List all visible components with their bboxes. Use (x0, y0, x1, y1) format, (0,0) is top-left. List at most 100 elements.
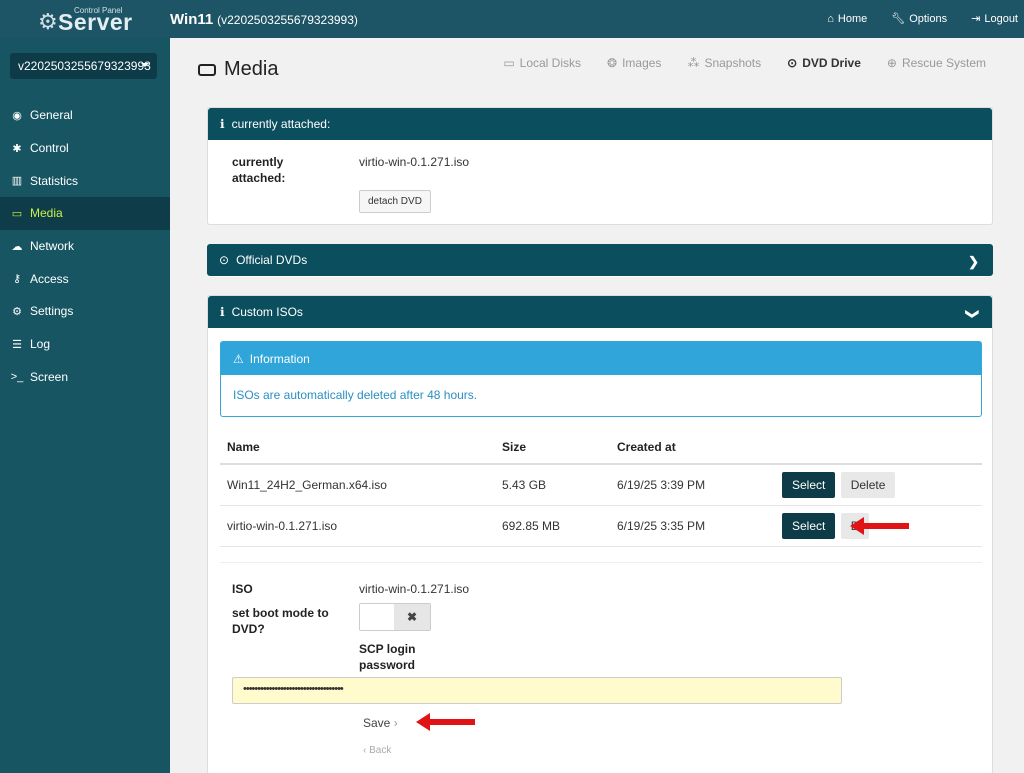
chevron-down-icon[interactable]: ❯ (965, 309, 981, 320)
caret-down-icon (141, 63, 149, 67)
server-selector[interactable]: v2202503255679323993 (10, 53, 157, 79)
save-label: Save (363, 716, 391, 730)
tab-label: Images (622, 56, 662, 70)
select-button[interactable]: Select (782, 471, 836, 498)
tab-images[interactable]: ❂ Images (607, 56, 661, 70)
tab-label: DVD Drive (802, 56, 861, 70)
chevron-right-icon[interactable]: ❯ (968, 254, 979, 270)
nav-options-label: Options (909, 12, 948, 25)
sidebar-menu: ◉ General ✱ Control ▥ Statistics ▭ Media ☁ Ne… (0, 99, 170, 393)
sidebar-item-label: Log (30, 337, 51, 352)
iso-table: Name Size Created at Win11_24H2_German.x… (220, 431, 982, 547)
sidebar-item-media[interactable]: ▭ Media (0, 197, 170, 230)
information-alert-header: ⚠ Information (221, 342, 981, 375)
official-dvds-panel[interactable]: ⊙ Official DVDs ❯ (207, 244, 993, 277)
main-content: Media ▭ Local Disks ❂ Images ⁂ Snapshots ⊙ D… (170, 38, 1024, 773)
sidebar-item-label: Statistics (30, 173, 79, 188)
information-alert: ⚠ Information ISOs are automatically del… (220, 341, 982, 417)
chevron-left-icon: ‹ (363, 745, 367, 756)
sidebar-item-settings[interactable]: ⚙ Settings (0, 295, 170, 328)
top-bar: ⚙ Control Panel Server Win11 (v220250325… (0, 0, 1024, 38)
nav-logout[interactable]: ⇥ Logout (971, 12, 1018, 26)
logo-text: Server (58, 9, 133, 35)
attached-panel: ℹ currently attached: currently attached… (207, 107, 993, 225)
sidebar-item-label: Screen (30, 369, 69, 384)
sidebar-item-log[interactable]: ☰ Log (0, 328, 170, 361)
select-button[interactable]: Select (782, 512, 836, 539)
iso-created: 6/19/25 3:35 PM (610, 505, 775, 547)
sidebar-item-label: Control (30, 141, 69, 156)
sidebar-item-label: Access (30, 271, 69, 286)
nav-logout-label: Logout (984, 12, 1018, 25)
logo[interactable]: ⚙ Control Panel Server (38, 5, 158, 35)
row-actions: Select Delete (775, 464, 982, 506)
scp-password-field[interactable]: ••••••••••••••••••••••••••••••••••• (232, 677, 842, 704)
key-icon: ⚷ (12, 273, 22, 286)
eye-icon: ◉ (12, 109, 22, 122)
sidebar-item-label: Network (30, 239, 75, 254)
home-icon: ⌂ (827, 12, 834, 25)
sidebar-item-network[interactable]: ☁ Network (0, 230, 170, 263)
sidebar-item-label: General (30, 108, 73, 123)
info-icon: ℹ (220, 305, 225, 319)
iso-created: 6/19/25 3:39 PM (610, 464, 775, 506)
nav-home[interactable]: ⌂ Home (827, 12, 867, 25)
server-name: Win11 (170, 11, 214, 28)
column-header-name: Name (220, 431, 495, 465)
official-dvds-header[interactable]: ⊙ Official DVDs ❯ (207, 244, 993, 276)
disk-icon: ▭ (503, 56, 515, 70)
column-header-created: Created at (610, 431, 775, 465)
tab-label: Rescue System (901, 56, 986, 70)
information-title: Information (249, 351, 310, 366)
images-icon: ❂ (607, 56, 618, 70)
sidebar-item-general[interactable]: ◉ General (0, 99, 170, 132)
delete-button[interactable]: Delete (840, 471, 896, 498)
disk-icon (198, 63, 216, 76)
attached-value: virtio-win-0.1.271.iso (359, 155, 470, 169)
page-title: Media (198, 58, 278, 81)
boot-mode-toggle[interactable]: ✖ (359, 603, 431, 631)
back-label: Back (369, 745, 392, 756)
iso-name: virtio-win-0.1.271.iso (220, 505, 495, 547)
page-title-text: Media (224, 58, 279, 80)
sidebar-item-control[interactable]: ✱ Control (0, 132, 170, 165)
info-circle-icon: ℹ (220, 117, 225, 131)
tab-local-disks[interactable]: ▭ Local Disks (503, 56, 581, 70)
custom-isos-title: Custom ISOs (231, 305, 303, 319)
server-id: (v2202503255679323993) (217, 13, 358, 27)
gear-icon: ✱ (12, 142, 22, 155)
tab-snapshots[interactable]: ⁂ Snapshots (687, 56, 761, 70)
sidebar-item-screen[interactable]: >_ Screen (0, 361, 170, 394)
red-arrow-annotation (850, 517, 909, 535)
scp-password-label: SCP login password (359, 642, 416, 672)
list-icon: ☰ (12, 338, 22, 351)
wrench-icon: 🔧︎ (891, 13, 906, 25)
detach-dvd-button[interactable]: detach DVD (359, 190, 431, 213)
attached-panel-title: currently attached: (231, 117, 331, 131)
custom-isos-panel: ℹ Custom ISOs ❯ ⚠ Information ISOs are a… (207, 295, 993, 773)
warning-icon: ⚠ (233, 351, 244, 366)
sidebar-item-statistics[interactable]: ▥ Statistics (0, 164, 170, 197)
column-header-actions (775, 431, 982, 465)
top-nav: ⌂ Home 🔧︎ Options ⇥ Logout (827, 12, 1018, 26)
cloud-icon: ☁ (11, 240, 23, 253)
gear-logo-icon: ⚙ (38, 9, 58, 34)
attached-panel-header: ℹ currently attached: (208, 108, 992, 140)
custom-isos-header[interactable]: ℹ Custom ISOs ❯ (208, 296, 992, 328)
iso-value: virtio-win-0.1.271.iso (359, 582, 470, 596)
sidebar-item-label: Media (30, 206, 63, 221)
tab-dvd-drive[interactable]: ⊙ DVD Drive (787, 56, 861, 70)
back-button[interactable]: ‹ Back (363, 745, 391, 756)
tab-label: Snapshots (704, 56, 762, 70)
iso-size: 692.85 MB (495, 505, 610, 547)
dvd-icon: ⊙ (787, 56, 798, 70)
save-button[interactable]: Save › (363, 716, 398, 730)
tab-bar: ▭ Local Disks ❂ Images ⁂ Snapshots ⊙ DVD Dri… (503, 56, 986, 70)
chevron-right-icon: › (393, 716, 398, 730)
iso-name: Win11_24H2_German.x64.iso (220, 464, 495, 506)
sidebar-item-access[interactable]: ⚷ Access (0, 262, 170, 295)
official-dvds-title: Official DVDs (236, 253, 308, 267)
dvd-icon: ⊙ (219, 253, 230, 267)
tab-rescue-system[interactable]: ⊕ Rescue System (887, 56, 986, 70)
nav-options[interactable]: 🔧︎ Options (891, 12, 948, 26)
